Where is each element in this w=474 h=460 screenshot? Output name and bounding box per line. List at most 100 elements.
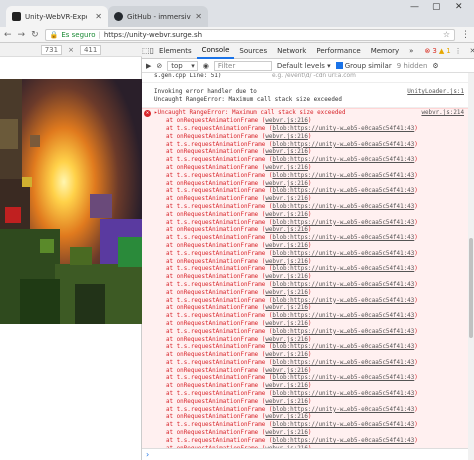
frame-link[interactable]: blob:https://unity-w…eb5-e0caa5c54f41:43 — [272, 157, 414, 163]
frame-link[interactable]: webvr.js:216 — [265, 337, 308, 343]
error-message[interactable]: ✕ ▸Uncaught RangeError: Maximum call sta… — [142, 108, 468, 460]
tab-unity[interactable]: Unity-WebVR-Export ✕ — [6, 6, 108, 27]
frame-link[interactable]: blob:https://unity-w…eb5-e0caa5c54f41:43 — [272, 407, 414, 413]
forward-icon[interactable]: → — [18, 30, 26, 40]
maximize-button[interactable]: ▢ — [432, 2, 441, 12]
frame-text: at t.s.requestAnimationFrame ( — [166, 125, 273, 132]
console-scrollbar[interactable] — [468, 73, 474, 460]
tab-sources[interactable]: Sources — [234, 43, 272, 59]
reload-icon[interactable]: ↻ — [31, 30, 39, 40]
context-select[interactable]: top ▾ — [167, 60, 198, 71]
settings-gear-icon[interactable]: ⚙ — [432, 62, 438, 70]
tab-console[interactable]: Console — [196, 43, 235, 59]
frame-link[interactable]: blob:https://unity-w…eb5-e0caa5c54f41:43 — [272, 142, 414, 148]
frame-link[interactable]: blob:https://unity-w…eb5-e0caa5c54f41:43 — [272, 329, 414, 335]
viewport-width[interactable]: 731 — [40, 44, 63, 55]
filter-input[interactable]: Filter — [213, 60, 272, 71]
tab-network[interactable]: Network — [272, 43, 311, 59]
frame-link[interactable]: blob:https://unity-w…eb5-e0caa5c54f41:43 — [272, 391, 414, 397]
error-counter[interactable]: ⊗ 3 ▲ 1 — [424, 47, 450, 55]
tab-performance[interactable]: Performance — [311, 43, 365, 59]
frame-link[interactable]: blob:https://unity-w…eb5-e0caa5c54f41:43 — [272, 438, 414, 444]
frame-link[interactable]: webvr.js:216 — [265, 134, 308, 140]
frame-link[interactable]: blob:https://unity-w…eb5-e0caa5c54f41:43 — [272, 251, 414, 257]
frame-link[interactable]: webvr.js:216 — [265, 383, 308, 389]
frame-link[interactable]: blob:https://unity-w…eb5-e0caa5c54f41:43 — [272, 173, 414, 179]
more-tabs-icon[interactable]: » — [404, 43, 418, 59]
group-similar-checkbox[interactable]: Group similar — [335, 62, 392, 70]
page-viewport: 731 × 411 — [0, 43, 142, 460]
tab-github[interactable]: GitHub - immersive-web ✕ — [108, 6, 208, 27]
default-levels-dropdown[interactable]: Default levels ▾ — [277, 62, 331, 70]
clear-console-icon[interactable]: ⊘ — [156, 62, 162, 70]
frame-link[interactable]: webvr.js:216 — [265, 196, 308, 202]
close-window-button[interactable]: ✕ — [455, 2, 463, 12]
frame-link[interactable]: webvr.js:216 — [265, 352, 308, 358]
message-text: s.gen.cpp Line: 51) — [154, 73, 222, 79]
error-title[interactable]: ▸Uncaught RangeError: Maximum call stack… — [154, 110, 465, 118]
source-link[interactable]: webvr.js:214 — [421, 110, 464, 118]
source-link[interactable]: UnityLoader.js:1 — [407, 89, 464, 97]
viewport-height[interactable]: 411 — [79, 44, 102, 55]
frame-link[interactable]: webvr.js:216 — [265, 149, 308, 155]
webvr-scene-canvas[interactable] — [0, 79, 142, 324]
devtools-menu-icon[interactable]: ⋮ — [451, 47, 466, 55]
frame-link[interactable]: blob:https://unity-w…eb5-e0caa5c54f41:43 — [272, 235, 414, 241]
frame-link[interactable]: webvr.js:216 — [265, 399, 308, 405]
frame-link[interactable]: blob:https://unity-w…eb5-e0caa5c54f41:43 — [272, 282, 414, 288]
frame-link[interactable]: blob:https://unity-w…eb5-e0caa5c54f41:43 — [272, 188, 414, 194]
frame-text: ) — [307, 242, 312, 249]
frame-link[interactable]: blob:https://unity-w…eb5-e0caa5c54f41:43 — [272, 126, 414, 132]
console-toolbar: ▶ ⊘ top ▾ ◉ Filter Default levels ▾ Group… — [142, 59, 474, 73]
frame-link[interactable]: blob:https://unity-w…eb5-e0caa5c54f41:43 — [272, 220, 414, 226]
frame-link[interactable]: webvr.js:216 — [265, 321, 308, 327]
frame-text: at onRequestAnimationFrame ( — [166, 118, 266, 125]
frame-text: at t.s.requestAnimationFrame ( — [166, 235, 273, 242]
frame-link[interactable]: webvr.js:216 — [265, 243, 308, 249]
frame-link[interactable]: webvr.js:216 — [265, 274, 308, 280]
frame-link[interactable]: webvr.js:216 — [265, 430, 308, 436]
separator: | — [98, 30, 101, 39]
inspect-icon[interactable]: ⬚ — [142, 46, 150, 55]
tab-elements[interactable]: Elements — [154, 43, 197, 59]
menu-icon[interactable]: ⋮ — [461, 30, 470, 40]
frame-link[interactable]: webvr.js:216 — [265, 414, 308, 420]
frame-link[interactable]: webvr.js:216 — [265, 118, 308, 124]
frame-link[interactable]: webvr.js:216 — [265, 212, 308, 218]
frame-link[interactable]: webvr.js:216 — [265, 227, 308, 233]
scroll-thumb[interactable] — [469, 238, 473, 338]
close-devtools-icon[interactable]: ✕ — [466, 47, 474, 55]
close-tab-icon[interactable]: ✕ — [95, 12, 102, 21]
frame-link[interactable]: webvr.js:216 — [265, 368, 308, 374]
frame-link[interactable]: blob:https://unity-w…eb5-e0caa5c54f41:43 — [272, 266, 414, 272]
frame-link[interactable]: webvr.js:216 — [265, 305, 308, 311]
checkbox-icon — [335, 62, 343, 69]
frame-link[interactable]: blob:https://unity-w…eb5-e0caa5c54f41:43 — [272, 375, 414, 381]
eye-icon[interactable]: ◉ — [203, 62, 209, 70]
frame-link[interactable]: blob:https://unity-w…eb5-e0caa5c54f41:43 — [272, 344, 414, 350]
bookmark-star-icon[interactable]: ☆ — [443, 30, 450, 39]
frame-link[interactable]: blob:https://unity-w…eb5-e0caa5c54f41:43 — [272, 313, 414, 319]
minimize-button[interactable]: — — [410, 2, 419, 12]
frame-link[interactable]: webvr.js:216 — [265, 181, 308, 187]
sidebar-toggle-icon[interactable]: ▶ — [146, 62, 151, 70]
omnibox[interactable]: 🔒 Es seguro | https://unity-webvr.surge.… — [44, 28, 455, 41]
frame-link[interactable]: blob:https://unity-w…eb5-e0caa5c54f41:43 — [272, 298, 414, 304]
console-log[interactable]: s.gen.cpp Line: 51) e.g. /event\d/ -cdn … — [142, 73, 468, 460]
frame-link[interactable]: blob:https://unity-w…eb5-e0caa5c54f41:43 — [272, 422, 414, 428]
back-icon[interactable]: ← — [4, 30, 12, 40]
frame-link[interactable]: webvr.js:216 — [265, 165, 308, 171]
stack-frame: at t.s.requestAnimationFrame (blob:https… — [154, 313, 465, 321]
console-prompt[interactable]: › — [142, 448, 468, 460]
close-tab-icon[interactable]: ✕ — [195, 12, 202, 21]
url-text[interactable]: https://unity-webvr.surge.sh — [104, 31, 202, 39]
frame-link[interactable]: webvr.js:216 — [265, 290, 308, 296]
frame-text: at t.s.requestAnimationFrame ( — [166, 157, 273, 164]
tab-memory[interactable]: Memory — [366, 43, 404, 59]
frame-text: ) — [414, 344, 418, 351]
times-icon: × — [68, 45, 74, 54]
frame-link[interactable]: blob:https://unity-w…eb5-e0caa5c54f41:43 — [272, 360, 414, 366]
frame-link[interactable]: webvr.js:216 — [265, 259, 308, 265]
frame-text: ) — [414, 359, 418, 366]
frame-link[interactable]: blob:https://unity-w…eb5-e0caa5c54f41:43 — [272, 204, 414, 210]
